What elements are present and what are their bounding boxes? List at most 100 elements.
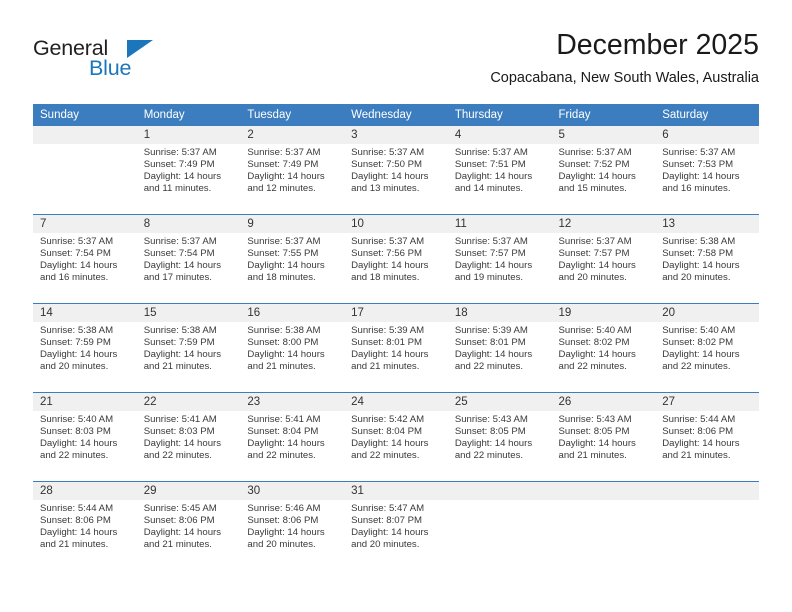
daylight-duration-line1: Daylight: 14 hours [247,527,325,539]
daylight-duration-line2: and 20 minutes. [351,539,420,551]
sunset-time: Sunset: 8:04 PM [351,426,423,438]
daylight-duration-line1: Daylight: 14 hours [40,260,118,272]
daylight-duration-line2: and 20 minutes. [40,361,109,373]
day-number: 6 [655,126,759,144]
day-number: 3 [344,126,448,144]
day-number [447,482,552,500]
calendar-day-cell[interactable]: 2 Sunrise: 5:37 AM Sunset: 7:49 PM Daylight… [240,126,345,215]
sunset-time: Sunset: 8:07 PM [351,515,423,527]
day-number: 2 [240,126,345,144]
sunrise-time: Sunrise: 5:37 AM [351,147,425,158]
page-subtitle: Copacabana, New South Wales, Australia [490,70,759,86]
calendar-day-cell[interactable]: 7 Sunrise: 5:37 AM Sunset: 7:54 PM Daylight… [33,214,137,304]
calendar-day-cell[interactable]: 31 Sunrise: 5:47 AM Sunset: 8:07 PM Dayligh… [344,481,448,570]
daylight-duration-line2: and 16 minutes. [662,183,731,195]
calendar-day-cell[interactable]: 5 Sunrise: 5:37 AM Sunset: 7:52 PM Daylight… [551,126,656,215]
calendar-day-cell[interactable]: 10 Sunrise: 5:37 AM Sunset: 7:56 PM Dayligh… [344,214,448,304]
day-details: Sunrise: 5:38 AM Sunset: 7:58 PM Daylight:… [655,233,759,284]
day-number: 12 [551,215,656,233]
calendar-day-cell[interactable]: 28 Sunrise: 5:44 AM Sunset: 8:06 PM Dayligh… [33,481,137,570]
sunrise-time: Sunrise: 5:43 AM [454,414,528,425]
calendar-day-cell[interactable]: 13 Sunrise: 5:38 AM Sunset: 7:58 PM Dayligh… [655,214,759,304]
calendar-day-cell[interactable]: 30 Sunrise: 5:46 AM Sunset: 8:06 PM Dayligh… [240,481,345,570]
sunset-time: Sunset: 8:05 PM [454,426,526,438]
daylight-duration-line2: and 15 minutes. [558,183,627,195]
calendar-day-cell[interactable]: 29 Sunrise: 5:45 AM Sunset: 8:06 PM Dayligh… [136,481,241,570]
day-details: Sunrise: 5:39 AM Sunset: 8:01 PM Daylight:… [344,322,448,373]
calendar-day-cell[interactable]: 27 Sunrise: 5:44 AM Sunset: 8:06 PM Dayligh… [655,392,759,482]
calendar-day-cell-empty [551,481,656,570]
daylight-duration-line2: and 11 minutes. [143,183,212,195]
sunset-time: Sunset: 7:54 PM [40,248,111,260]
sunset-time: Sunset: 8:03 PM [40,426,111,438]
calendar-day-cell[interactable]: 18 Sunrise: 5:39 AM Sunset: 8:01 PM Dayligh… [447,303,552,393]
sunrise-time: Sunrise: 5:39 AM [454,325,528,336]
calendar-day-cell[interactable]: 4 Sunrise: 5:37 AM Sunset: 7:51 PM Daylight… [447,126,552,215]
sunrise-time: Sunrise: 5:38 AM [247,325,321,336]
day-number: 5 [551,126,656,144]
calendar-day-cell[interactable]: 23 Sunrise: 5:41 AM Sunset: 8:04 PM Dayligh… [240,392,345,482]
daylight-duration-line1: Daylight: 14 hours [247,260,325,272]
general-blue-logo[interactable]: General Blue [33,36,203,88]
sunset-time: Sunset: 7:57 PM [454,248,526,260]
sunset-time: Sunset: 8:04 PM [247,426,319,438]
calendar-day-cell[interactable]: 3 Sunrise: 5:37 AM Sunset: 7:50 PM Daylight… [344,126,448,215]
day-details: Sunrise: 5:41 AM Sunset: 8:03 PM Daylight:… [137,411,241,462]
calendar-day-cell[interactable]: 15 Sunrise: 5:38 AM Sunset: 7:59 PM Dayligh… [136,303,241,393]
calendar-day-cell[interactable]: 11 Sunrise: 5:37 AM Sunset: 7:57 PM Dayligh… [447,214,552,304]
calendar-day-cell[interactable]: 21 Sunrise: 5:40 AM Sunset: 8:03 PM Dayligh… [33,392,137,482]
daylight-duration-line2: and 22 minutes. [662,361,731,373]
daylight-duration-line1: Daylight: 14 hours [454,171,533,183]
sunrise-time: Sunrise: 5:39 AM [351,325,425,336]
calendar-day-cell[interactable]: 25 Sunrise: 5:43 AM Sunset: 8:05 PM Dayligh… [447,392,552,482]
calendar-page: General Blue December 2025 Copacabana, N… [0,0,792,612]
day-details: Sunrise: 5:37 AM Sunset: 7:57 PM Daylight:… [448,233,552,284]
calendar-day-cell[interactable]: 1 Sunrise: 5:37 AM Sunset: 7:49 PM Daylight… [136,126,241,215]
day-number: 13 [655,215,759,233]
sunset-time: Sunset: 7:56 PM [351,248,423,260]
daylight-duration-line1: Daylight: 14 hours [143,527,222,539]
day-number: 9 [240,215,345,233]
calendar-day-cell[interactable]: 16 Sunrise: 5:38 AM Sunset: 8:00 PM Dayligh… [240,303,345,393]
daylight-duration-line1: Daylight: 14 hours [143,349,222,361]
day-number: 19 [551,304,656,322]
daylight-duration-line1: Daylight: 14 hours [662,260,740,272]
daylight-duration-line1: Daylight: 14 hours [351,438,429,450]
sunrise-time: Sunrise: 5:41 AM [143,414,217,425]
day-details: Sunrise: 5:37 AM Sunset: 7:50 PM Daylight:… [344,144,448,195]
daylight-duration-line2: and 17 minutes. [143,272,212,284]
calendar-day-cell[interactable]: 9 Sunrise: 5:37 AM Sunset: 7:55 PM Daylight… [240,214,345,304]
calendar-day-cell[interactable]: 20 Sunrise: 5:40 AM Sunset: 8:02 PM Dayligh… [655,303,759,393]
daylight-duration-line1: Daylight: 14 hours [143,171,222,183]
daylight-duration-line1: Daylight: 14 hours [662,171,740,183]
sunrise-time: Sunrise: 5:41 AM [247,414,321,425]
day-details: Sunrise: 5:43 AM Sunset: 8:05 PM Daylight:… [448,411,552,462]
day-details: Sunrise: 5:38 AM Sunset: 7:59 PM Daylight:… [33,322,137,373]
sunrise-time: Sunrise: 5:38 AM [662,236,736,247]
calendar-day-cell[interactable]: 17 Sunrise: 5:39 AM Sunset: 8:01 PM Dayligh… [344,303,448,393]
sunrise-time: Sunrise: 5:40 AM [40,414,114,425]
sunrise-time: Sunrise: 5:38 AM [40,325,114,336]
day-number: 28 [33,482,137,500]
weekday-header-sunday: Sunday [33,104,137,126]
day-number: 10 [344,215,448,233]
calendar-day-cell[interactable]: 8 Sunrise: 5:37 AM Sunset: 7:54 PM Daylight… [136,214,241,304]
day-number: 14 [33,304,137,322]
day-number: 22 [136,393,241,411]
day-details: Sunrise: 5:37 AM Sunset: 7:54 PM Daylight:… [137,233,241,284]
sunrise-time: Sunrise: 5:37 AM [247,236,321,247]
calendar-day-cell[interactable]: 22 Sunrise: 5:41 AM Sunset: 8:03 PM Dayligh… [136,392,241,482]
calendar-day-cell[interactable]: 14 Sunrise: 5:38 AM Sunset: 7:59 PM Dayligh… [33,303,137,393]
calendar-day-cell[interactable]: 19 Sunrise: 5:40 AM Sunset: 8:02 PM Dayligh… [551,303,656,393]
sunset-time: Sunset: 7:58 PM [662,248,734,260]
day-number: 11 [447,215,552,233]
calendar-day-cell[interactable]: 6 Sunrise: 5:37 AM Sunset: 7:53 PM Daylight… [655,126,759,215]
calendar-day-cell[interactable]: 12 Sunrise: 5:37 AM Sunset: 7:57 PM Dayligh… [551,214,656,304]
weekday-header-tuesday: Tuesday [240,104,345,126]
calendar-day-cell[interactable]: 24 Sunrise: 5:42 AM Sunset: 8:04 PM Dayligh… [344,392,448,482]
calendar-week-row: 7 Sunrise: 5:37 AM Sunset: 7:54 PM Daylight… [33,214,759,304]
day-details: Sunrise: 5:37 AM Sunset: 7:55 PM Daylight:… [240,233,344,284]
calendar-day-cell[interactable]: 26 Sunrise: 5:43 AM Sunset: 8:05 PM Dayligh… [551,392,656,482]
day-number [551,482,656,500]
sunset-time: Sunset: 8:03 PM [143,426,215,438]
